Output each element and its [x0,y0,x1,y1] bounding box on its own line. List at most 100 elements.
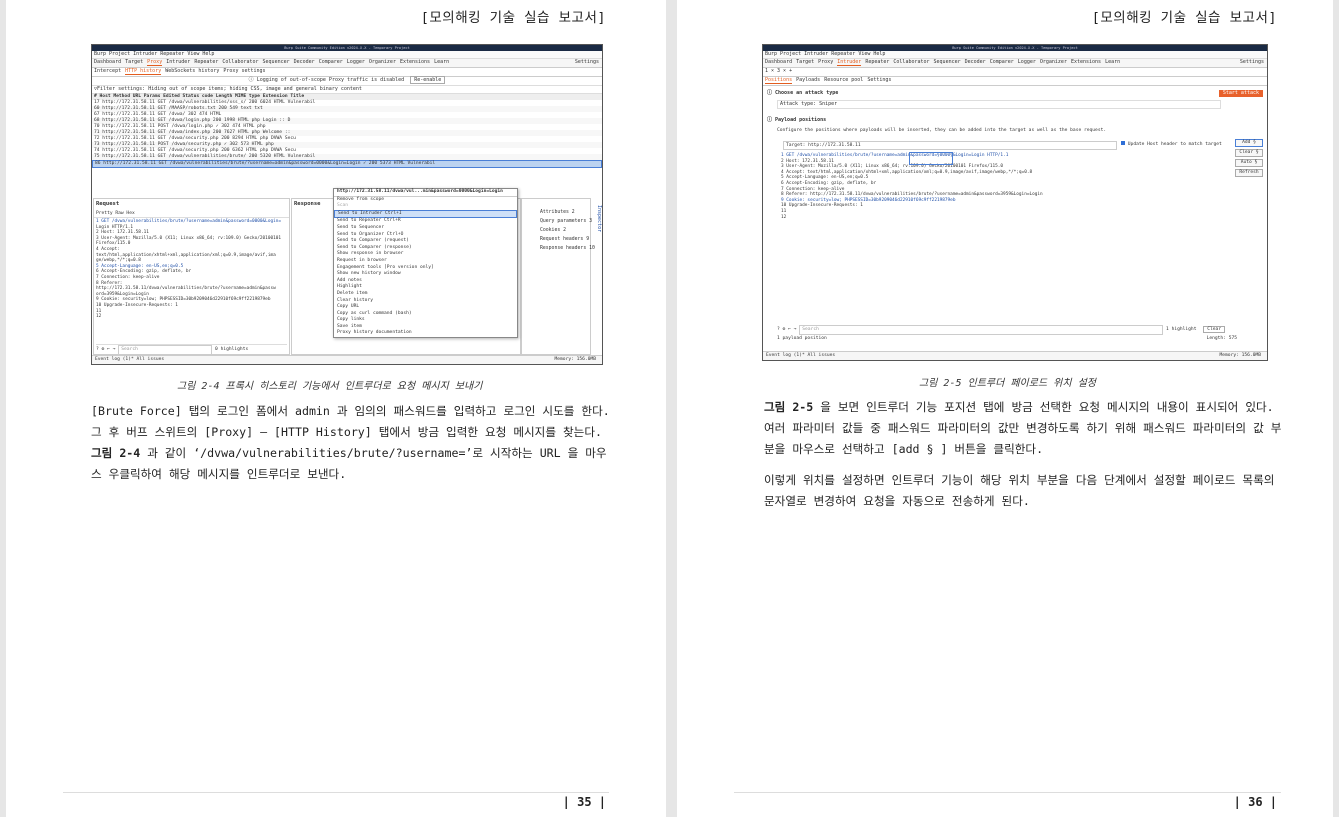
auto-payload-button[interactable]: Auto § [1235,159,1263,167]
tab-comparer[interactable]: Comparer [990,59,1014,65]
tab-collaborator[interactable]: Collaborator [893,59,929,65]
tab-repeater[interactable]: Repeater [865,59,889,65]
tab-dashboard[interactable]: Dashboard [94,59,121,65]
inspector-item[interactable]: Request headers 9 [522,235,590,244]
tab-dashboard[interactable]: Dashboard [765,59,792,65]
subtab-http-history[interactable]: HTTP history [125,68,162,75]
tab-proxy[interactable]: Proxy [147,59,163,66]
paragraph-text: 과 같이 ‘/dvwa/vulnerabilities/brute/?usern… [91,446,607,481]
menu-bar[interactable]: Burp Project Intruder Repeater View Help [763,51,1267,59]
request-line: 1 GET /dvwa/vulnerabilities/brute/?usern… [96,219,282,224]
inspector-item[interactable]: Response headers 10 [522,244,595,253]
paragraph-text: 을 보면 인트루더 기능 포지션 탭에 방금 선택한 요청 메시지의 내용이 표… [764,400,1282,456]
tab-decoder[interactable]: Decoder [965,59,986,65]
target-input[interactable]: Target: http://172.31.58.11 [783,141,1117,150]
settings-icon[interactable]: ⚙ [783,327,786,332]
help-icon[interactable]: ⓘ [767,90,775,96]
help-icon[interactable]: ? [777,327,780,332]
inspector-item[interactable]: Attributes 2 [522,208,590,217]
tab-target[interactable]: Target [125,59,143,65]
figure-reference: 그림 2-5 [764,400,814,414]
subtab-positions[interactable]: Positions [765,77,793,84]
tab-organizer[interactable]: Organizer [369,59,396,65]
paragraph-text: [Brute Force] 탭의 로그인 폼에서 admin 과 임의의 패스워… [91,404,610,439]
update-host-checkbox[interactable]: Update Host header to match target [1121,141,1222,148]
context-menu-item[interactable]: Remove from scope [334,197,517,204]
context-menu-item[interactable]: Show response in browser [334,251,517,258]
tab-intruder[interactable]: Intruder [837,59,862,66]
table-row[interactable]: 86 http://172.31.58.11 GET /dvwa/vulnera… [92,160,602,168]
help-icon[interactable]: ? [96,347,99,352]
context-menu-item[interactable]: Clear history [334,298,517,305]
tab-repeater[interactable]: Repeater [194,59,218,65]
tab-learn[interactable]: Learn [434,59,449,65]
context-menu-item[interactable]: Proxy history documentation [334,330,517,337]
request-view-tabs[interactable]: Pretty Raw Hex [94,210,289,218]
settings-button[interactable]: Settings [1240,59,1264,66]
tab-sequencer[interactable]: Sequencer [263,59,290,65]
forward-arrow-icon[interactable]: → [113,347,116,352]
page-number: | 36 | [1233,795,1277,809]
context-menu-item[interactable]: Highlight [334,284,517,291]
context-menu-item[interactable]: Request in browser [334,258,517,265]
clear-button[interactable]: Clear [1203,326,1226,333]
forward-arrow-icon[interactable]: → [794,327,797,332]
context-menu-item[interactable]: Copy URL [334,304,517,311]
subtab-websockets-history[interactable]: WebSockets history [165,68,219,74]
inspector-sidebar-tab[interactable]: Inspector [594,205,602,232]
context-menu-item[interactable]: Show new history window [334,271,517,278]
payload-position-count: 1 payload position [777,336,827,341]
subtab-settings[interactable]: Settings [867,77,891,83]
add-payload-button[interactable]: Add § [1235,139,1263,147]
event-log-link[interactable]: Event log (1)* All issues [766,353,835,358]
settings-button[interactable]: Settings [575,59,599,66]
tab-decoder[interactable]: Decoder [294,59,315,65]
tab-learn[interactable]: Learn [1105,59,1120,65]
refresh-button[interactable]: Refresh [1235,169,1263,177]
back-arrow-icon[interactable]: ← [107,347,110,352]
context-menu-item[interactable]: Delete item [334,291,517,298]
clear-payload-button[interactable]: Clear § [1235,149,1263,157]
event-log-link[interactable]: Event log (1)* All issues [95,357,164,362]
subtab-payloads[interactable]: Payloads [796,77,820,83]
context-menu-item[interactable]: Send to Repeater Ctrl+R [334,218,517,225]
context-menu-item[interactable]: Copy links [334,317,517,324]
attack-type-select[interactable]: Attack type: Sniper [777,100,1221,109]
tab-collaborator[interactable]: Collaborator [222,59,258,65]
context-menu-item: http://172.31.58.11/dvwa/vul...min&passw… [334,189,517,197]
subtab-intercept[interactable]: Intercept [94,68,121,74]
inspector-item[interactable]: Query parameters 3 [522,217,592,226]
tab-intruder[interactable]: Intruder [166,59,190,65]
request-editor[interactable]: 1 GET /dvwa/vulnerabilities/brute/?usern… [781,153,1226,323]
tab-extensions[interactable]: Extensions [400,59,430,65]
tab-logger[interactable]: Logger [347,59,365,65]
start-attack-button[interactable]: Start attack [1218,90,1263,97]
figure-reference: 그림 2-4 [91,446,141,460]
tab-proxy[interactable]: Proxy [818,59,833,65]
context-menu: http://172.31.58.11/dvwa/vul...min&passw… [333,188,518,339]
back-arrow-icon[interactable]: ← [788,327,791,332]
context-menu-item[interactable]: Send to Comparer (request) [334,238,517,245]
subtab-proxy-settings[interactable]: Proxy settings [223,68,265,74]
context-menu-item[interactable]: Send to Sequencer [334,225,517,232]
paragraph-text: 이렇게 위치를 설정하면 인트루더 기능이 해당 위치 부분을 다음 단계에서 … [764,473,1275,508]
inspector-item[interactable]: Cookies 2 [522,226,590,235]
menu-bar[interactable]: Burp Project Intruder Repeater View Help [92,51,602,59]
tab-organizer[interactable]: Organizer [1040,59,1067,65]
re-enable-button[interactable]: Re-enable [410,76,446,84]
tab-comparer[interactable]: Comparer [319,59,343,65]
attack-tabs[interactable]: 1 × 3 × + [763,68,1267,77]
tab-extensions[interactable]: Extensions [1071,59,1101,65]
tab-sequencer[interactable]: Sequencer [934,59,961,65]
search-input[interactable]: Search [799,325,1164,335]
help-icon[interactable]: ⓘ [767,117,775,123]
subtab-resource-pool[interactable]: Resource pool [824,77,863,83]
tab-target[interactable]: Target [796,59,814,65]
context-menu-item[interactable]: Scan [334,203,517,210]
search-input[interactable]: Search [118,345,213,355]
request-body[interactable]: 1 GET /dvwa/vulnerabilities/brute/?usern… [94,218,289,321]
request-line: http://172.31.58.11/dvwa/vulnerabilities… [96,286,276,292]
filter-bar[interactable]: ▽Filter settings: Hiding out of scope it… [92,86,602,94]
tab-logger[interactable]: Logger [1018,59,1036,65]
settings-icon[interactable]: ⚙ [102,347,105,352]
